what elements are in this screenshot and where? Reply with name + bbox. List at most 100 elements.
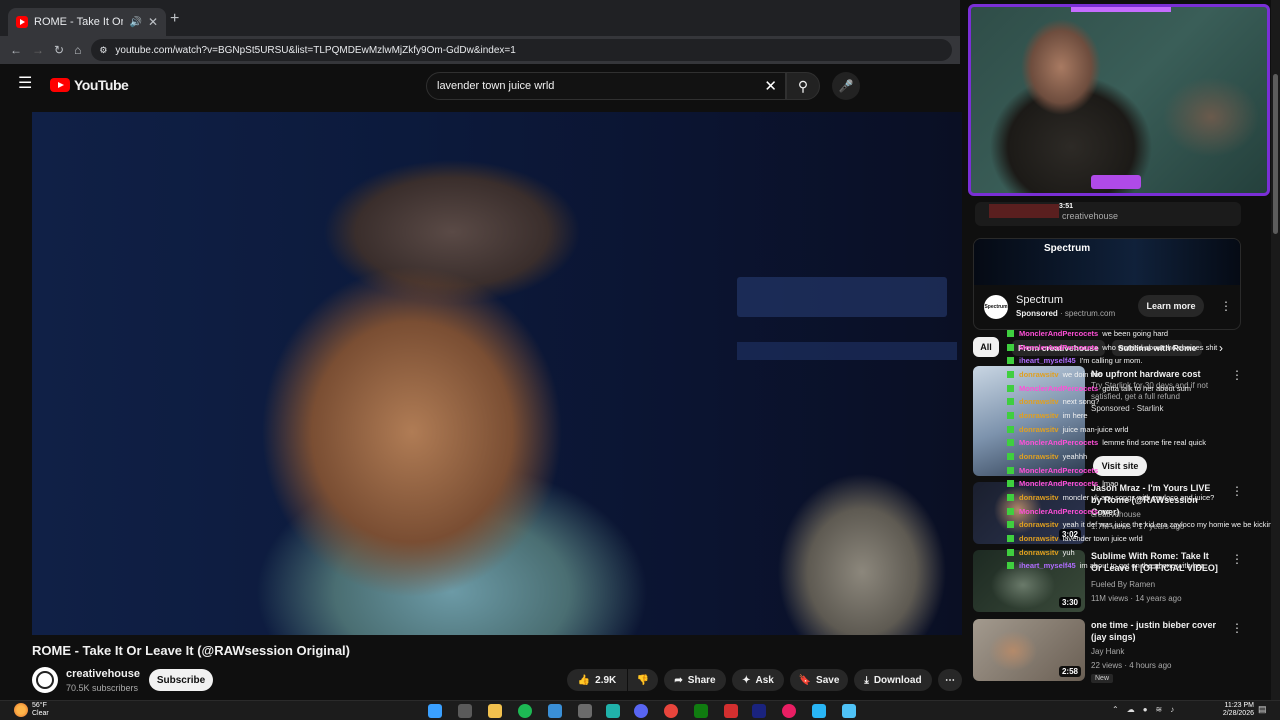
channel-avatar[interactable] <box>32 667 58 693</box>
rec-menu-icon[interactable]: ⋮ <box>1231 552 1243 566</box>
url-field[interactable]: ⚙ youtube.com/watch?v=BGNpSt5URSU&list=T… <box>91 39 952 61</box>
rec-duration: 3:30 <box>1058 597 1081 608</box>
clear-search-icon[interactable]: ✕ <box>764 77 777 95</box>
share-label: Share <box>687 674 716 686</box>
chevron-up-icon[interactable]: ⌃ <box>1112 705 1119 714</box>
weather-condition: Clear <box>32 710 49 717</box>
share-button[interactable]: ➦ Share <box>664 669 726 691</box>
rec-title: one time - justin bieber cover (jay sing… <box>1091 620 1217 642</box>
home-icon[interactable]: ⌂ <box>74 43 81 57</box>
address-bar-row: ← → ↻ ⌂ ⚙ youtube.com/watch?v=BGNpSt5URS… <box>0 36 960 64</box>
forward-icon[interactable]: → <box>32 43 44 57</box>
start-icon[interactable] <box>428 704 442 718</box>
subscribe-button[interactable]: Subscribe <box>149 669 213 691</box>
logo-text: YouTube <box>74 77 129 93</box>
sponsored-ad-card[interactable]: Spectrum Spectrum Spectrum Sponsored · s… <box>973 238 1241 330</box>
voice-search-button[interactable]: 🎤 <box>832 72 860 100</box>
settings-icon[interactable] <box>578 704 592 718</box>
xbox-icon[interactable] <box>694 704 708 718</box>
more-horizontal-icon: ⋯ <box>945 674 955 686</box>
taskbar-clock[interactable]: 11:23 PM 2/28/2026 <box>1214 702 1254 718</box>
app-icon[interactable] <box>782 704 796 718</box>
app-icon[interactable] <box>812 704 826 718</box>
weather-widget[interactable]: 56°F Clear <box>14 702 49 718</box>
app-icon[interactable] <box>752 704 766 718</box>
chrome-icon[interactable] <box>664 704 678 718</box>
playlist-channel: creativehouse <box>1062 211 1119 221</box>
recommendation-item[interactable]: 3:30 Sublime With Rome: Take It Or Leave… <box>973 550 1243 612</box>
wifi-icon[interactable]: ≋ <box>1156 705 1163 714</box>
download-icon: ⤓ <box>864 674 869 686</box>
streamer-webcam-overlay <box>968 4 1270 196</box>
app-icon[interactable] <box>842 704 856 718</box>
close-tab-icon[interactable]: ✕ <box>148 15 158 29</box>
tab-title: ROME - Take It Or Leave It <box>34 16 124 28</box>
playlist-thumb <box>989 204 1059 218</box>
new-tab-button[interactable]: + <box>170 10 179 28</box>
video-player[interactable] <box>32 112 962 635</box>
discord-icon[interactable] <box>634 704 648 718</box>
app-icon[interactable] <box>724 704 738 718</box>
previous-playlist-item[interactable]: 3:51 creativehouse <box>975 202 1241 226</box>
reload-icon[interactable]: ↻ <box>54 43 64 57</box>
clock-date: 2/28/2026 <box>1222 710 1254 717</box>
chevron-right-icon[interactable]: › <box>1219 341 1223 355</box>
sponsored-label: Sponsored <box>1016 309 1058 318</box>
download-label: Download <box>873 674 922 686</box>
like-button[interactable]: 👍 2.9K <box>567 669 627 691</box>
rec-menu-icon[interactable]: ⋮ <box>1231 368 1243 382</box>
more-actions-button[interactable]: ⋯ <box>938 669 962 691</box>
rec-description: Try Starlink for 30 days and if not sati… <box>1091 381 1209 401</box>
ad-name: Spectrum <box>1016 294 1064 306</box>
menu-icon[interactable]: ☰ <box>18 76 32 92</box>
youtube-play-icon <box>50 78 70 92</box>
chip-all[interactable]: All <box>973 337 999 357</box>
rec-meta: 11M views · 14 years ago <box>1091 594 1182 603</box>
app-icon[interactable] <box>606 704 620 718</box>
mic-icon[interactable]: ● <box>1143 705 1148 714</box>
cloud-icon[interactable]: ☁ <box>1127 705 1135 714</box>
youtube-logo[interactable]: YouTube <box>50 77 129 93</box>
rec-menu-icon[interactable]: ⋮ <box>1231 621 1243 635</box>
ad-thumbnail <box>973 366 1085 476</box>
thumbs-up-icon: 👍 <box>577 674 591 686</box>
learn-more-button[interactable]: Learn more <box>1138 295 1204 317</box>
search-input[interactable]: lavender town juice wrld ✕ <box>426 72 786 100</box>
recommendation-item[interactable]: 3:02 Jason Mraz - I'm Yours LIVE by Rome… <box>973 482 1243 544</box>
notification-icon[interactable]: ▤ <box>1258 704 1267 715</box>
audio-playing-icon: 🔊 <box>129 16 142 28</box>
visit-site-button[interactable]: Visit site <box>1093 456 1147 476</box>
save-label: Save <box>816 674 840 686</box>
browser-tab[interactable]: ROME - Take It Or Leave It 🔊 ✕ <box>8 8 166 36</box>
spotify-icon[interactable] <box>518 704 532 718</box>
rec-channel: Jay Hank <box>1091 647 1125 656</box>
search-icon: ⚲ <box>797 77 809 94</box>
volume-icon[interactable]: ♪ <box>1170 705 1174 714</box>
save-button[interactable]: 🔖 Save <box>790 669 848 691</box>
ask-button[interactable]: ✦ Ask <box>732 669 784 691</box>
clock-time: 11:23 PM <box>1224 702 1254 709</box>
task-view-icon[interactable] <box>458 704 472 718</box>
playlist-tag: 3:51 <box>1059 203 1074 210</box>
search-button[interactable]: ⚲ <box>786 72 820 100</box>
file-explorer-icon[interactable] <box>488 704 502 718</box>
bookmark-icon: 🔖 <box>798 674 812 686</box>
mic-icon: 🎤 <box>838 79 854 93</box>
app-icon[interactable] <box>548 704 562 718</box>
site-info-icon[interactable]: ⚙ <box>99 45 107 56</box>
channel-name[interactable]: creativehouse <box>66 668 140 680</box>
rec-menu-icon[interactable]: ⋮ <box>1231 484 1243 498</box>
video-title: ROME - Take It Or Leave It (@RAWsession … <box>32 643 350 658</box>
dislike-button[interactable]: 👎 <box>628 669 658 691</box>
download-button[interactable]: ⤓ Download <box>854 669 932 691</box>
webcam-frame-accent <box>1071 7 1171 12</box>
recommendation-item[interactable]: 2:58 one time - justin bieber cover (jay… <box>973 619 1243 683</box>
ask-label: Ask <box>755 674 774 686</box>
back-icon[interactable]: ← <box>10 43 22 57</box>
chip-sublime[interactable]: Sublime with Rome <box>1112 340 1203 356</box>
youtube-favicon-icon <box>16 16 28 28</box>
scrollbar-thumb[interactable] <box>1273 74 1278 234</box>
chip-from-channel[interactable]: From creativehouse <box>1012 340 1105 356</box>
ad-menu-icon[interactable]: ⋮ <box>1220 299 1232 313</box>
rec-duration: 3:02 <box>1058 529 1081 540</box>
